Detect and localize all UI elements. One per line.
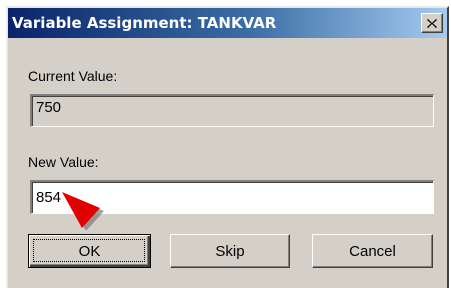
title-bar[interactable]: Variable Assignment: TANKVAR (8, 8, 447, 38)
variable-assignment-dialog: Variable Assignment: TANKVAR Current Val… (6, 6, 449, 288)
focus-rectangle (33, 239, 145, 262)
pointer-arrow-icon (62, 192, 104, 230)
skip-button-label: Skip (215, 242, 245, 260)
new-value-label: New Value: (28, 154, 99, 170)
current-value-label: Current Value: (28, 68, 118, 84)
window-title: Variable Assignment: TANKVAR (12, 14, 277, 32)
skip-button[interactable]: Skip (170, 234, 290, 268)
close-button[interactable] (421, 13, 443, 33)
ok-button[interactable]: OK (28, 234, 151, 268)
cancel-button[interactable]: Cancel (312, 234, 433, 268)
cancel-button-label: Cancel (349, 242, 396, 260)
current-value-field: 750 (30, 94, 434, 127)
close-icon (427, 18, 437, 28)
